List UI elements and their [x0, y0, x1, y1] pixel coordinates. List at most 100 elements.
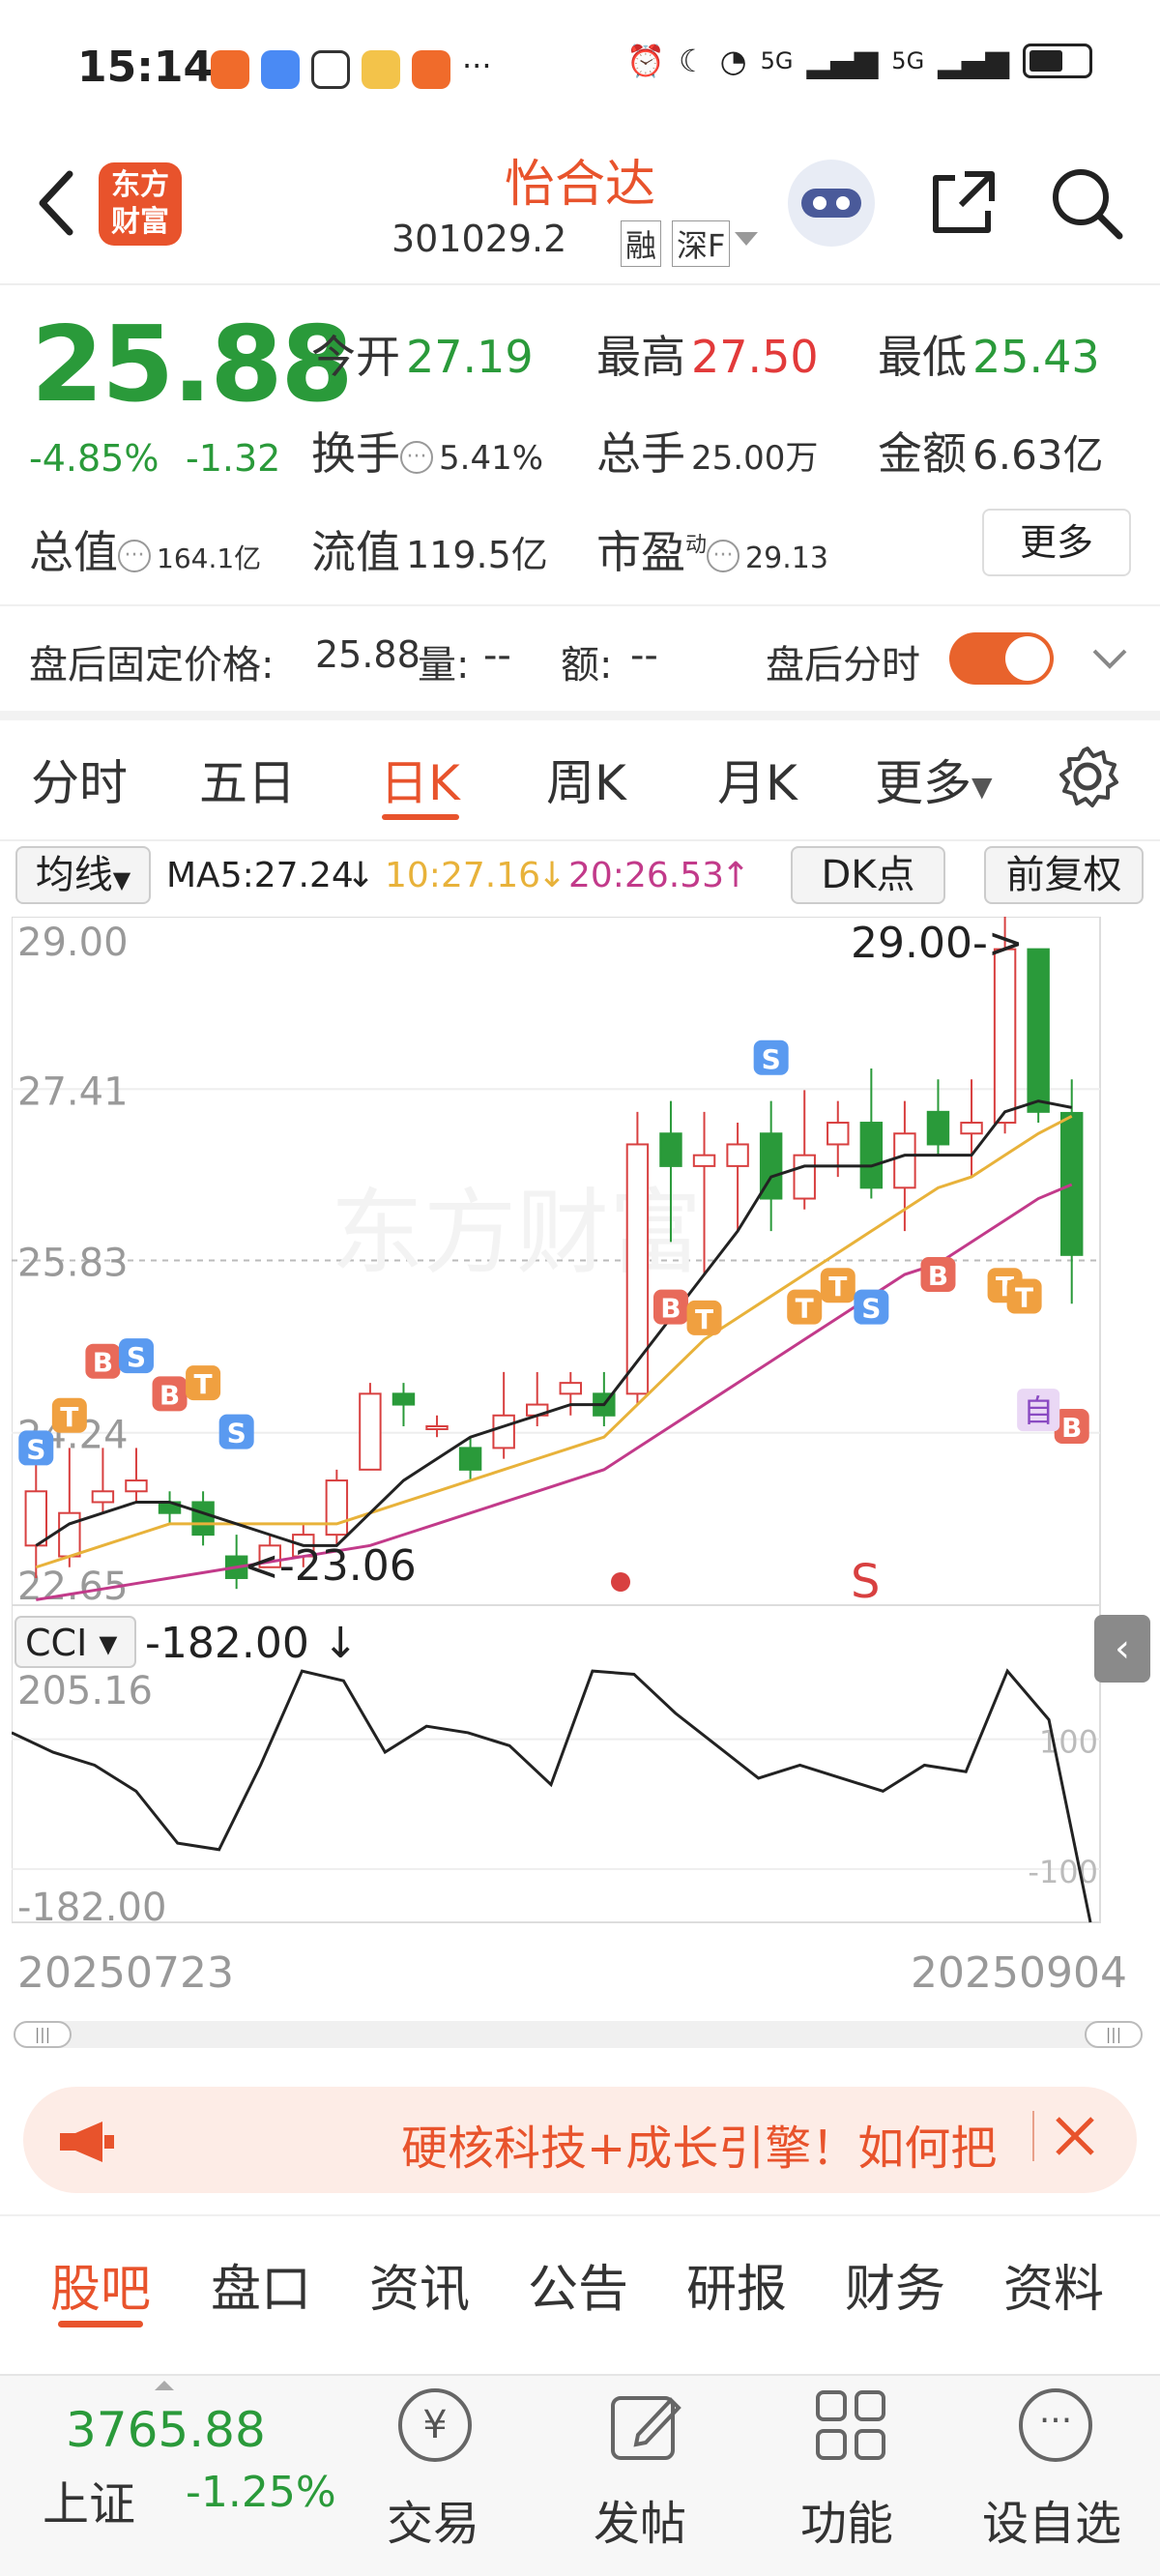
tab-news[interactable]: 资讯: [369, 2248, 470, 2321]
y-tick-label: 27.41: [17, 1069, 129, 1114]
candle-body: [392, 1392, 416, 1406]
open-value: 27.19: [406, 331, 534, 383]
range-scrollbar[interactable]: ||| |||: [14, 2021, 1143, 2048]
adjust-button[interactable]: 前复权: [984, 846, 1144, 904]
candle-body: [91, 1490, 115, 1504]
tab-underline: [382, 814, 459, 820]
close-icon[interactable]: [1052, 2113, 1098, 2163]
more-quote-button[interactable]: 更多: [982, 509, 1131, 576]
candle-body: [926, 1110, 950, 1146]
chevron-down-icon[interactable]: [735, 232, 758, 246]
assistant-avatar-icon[interactable]: [788, 160, 875, 247]
alarm-icon: ⏰: [626, 43, 665, 79]
tab-research[interactable]: 研报: [686, 2248, 787, 2321]
candle-body: [726, 1143, 749, 1167]
tab-five-day[interactable]: 五日: [199, 745, 296, 814]
ma5-value: MA5:27.24: [166, 856, 354, 895]
signal-badge-text: B: [93, 1347, 113, 1379]
low-value: 25.43: [972, 331, 1100, 383]
tab-finance[interactable]: 财务: [845, 2248, 945, 2321]
tab-profile[interactable]: 资料: [1003, 2248, 1104, 2321]
nav-add-watchlist[interactable]: 设自选: [982, 2485, 1121, 2553]
search-icon[interactable]: [1048, 164, 1125, 246]
tab-more[interactable]: 更多▼: [875, 745, 993, 814]
tab-weekly-k[interactable]: 周K: [546, 745, 626, 814]
candle-body: [960, 1122, 983, 1135]
signal-badge-text: T: [796, 1293, 814, 1325]
signal-badge-text: B: [1061, 1412, 1082, 1444]
date-start: 20250723: [17, 1948, 234, 1998]
stock-code: 301029.2: [392, 218, 567, 260]
after-hours-vol-label: 量:: [418, 643, 470, 688]
range-handle-right[interactable]: |||: [1085, 2021, 1143, 2048]
post-edit-icon[interactable]: [609, 2388, 682, 2466]
candle-body: [425, 1424, 449, 1430]
functions-grid-icon[interactable]: [814, 2388, 887, 2466]
share-icon[interactable]: [926, 166, 1000, 244]
change-percent: -4.85%: [29, 437, 160, 480]
signal-badge-text: S: [762, 1043, 781, 1075]
settings-gear-icon[interactable]: [1054, 743, 1121, 814]
tab-guba[interactable]: 股吧: [50, 2248, 151, 2321]
status-time: 15:14: [77, 43, 214, 92]
info-icon[interactable]: ···: [707, 539, 740, 572]
info-icon[interactable]: ···: [118, 539, 151, 572]
signal-badge-text: S: [26, 1433, 45, 1465]
tab-daily-k[interactable]: 日K: [380, 745, 460, 814]
after-hours-toggle[interactable]: [949, 632, 1054, 685]
section-gap: [0, 711, 1160, 720]
float-field: 流值 119.5亿: [311, 517, 548, 581]
high-field: 最高 27.50: [596, 322, 819, 386]
index-change: -1.25%: [186, 2468, 336, 2517]
high-value: 27.50: [691, 331, 819, 383]
message-icon: [261, 50, 300, 89]
cci-selector-label: CCI ▾: [25, 1622, 117, 1664]
cci-line: [12, 1668, 1092, 1923]
expand-chevron-icon[interactable]: [1090, 643, 1129, 676]
tab-monthly-k[interactable]: 月K: [717, 745, 798, 814]
candle-body: [359, 1392, 382, 1471]
battery-icon: [1023, 44, 1092, 78]
nav-post[interactable]: 发帖: [594, 2485, 686, 2553]
amount-value: 6.63亿: [972, 431, 1104, 479]
signal-label-1: 5G: [760, 47, 794, 74]
exchange-tag: 深F: [672, 220, 731, 267]
watchlist-icon[interactable]: ···: [1019, 2388, 1092, 2462]
tab-intraday[interactable]: 分时: [31, 745, 128, 814]
range-handle-left[interactable]: |||: [14, 2021, 72, 2048]
index-expand-icon[interactable]: [155, 2381, 174, 2390]
tab-orderbook[interactable]: 盘口: [211, 2248, 311, 2321]
ma-selector[interactable]: 均线▼: [15, 846, 151, 904]
promo-text: 硬核科技+成长引擎！如何把: [401, 2122, 998, 2176]
pe-value: 29.13: [745, 542, 828, 575]
nav-functions[interactable]: 功能: [800, 2485, 893, 2553]
megaphone-icon: [56, 2118, 118, 2170]
change-amount: -1.32: [186, 437, 281, 480]
paper-plane-icon: [412, 50, 450, 89]
signal-badge-text: S: [127, 1341, 146, 1373]
candle-body: [191, 1501, 215, 1537]
volume-field: 总手 25.00万: [596, 419, 818, 483]
float-label: 流值: [311, 526, 400, 578]
ma20-value: 20:26.53: [568, 856, 724, 895]
dk-point-button[interactable]: DK点: [791, 846, 945, 904]
volume-label: 总手: [596, 427, 685, 480]
signal-badge-text: T: [695, 1303, 713, 1335]
kline-chart[interactable]: 29.0027.4125.8324.2422.65东方财富STB SB TSB TST…: [12, 917, 1150, 1971]
signal-badge-text: B: [928, 1260, 948, 1292]
candle-body: [859, 1122, 884, 1189]
candle-body: [1027, 948, 1050, 1113]
info-icon[interactable]: ···: [400, 440, 433, 474]
cci-ref-label: 100: [1039, 1724, 1098, 1761]
trade-yen-icon[interactable]: ¥: [398, 2388, 472, 2462]
nav-trade[interactable]: 交易: [387, 2485, 479, 2553]
after-hours-amt-label: 额:: [561, 643, 613, 688]
status-bar: 15:14 ··· ⏰ ☾ ◔ 5G ▂▄▆ 5G ▂▄▆: [0, 0, 1160, 145]
tab-announcements[interactable]: 公告: [528, 2248, 628, 2321]
date-end: 20250904: [911, 1948, 1127, 1998]
signal-dot: [611, 1572, 630, 1592]
index-value[interactable]: 3765.88: [66, 2402, 266, 2458]
tab-underline: [58, 2321, 143, 2327]
candle-body: [58, 1511, 81, 1558]
candle-body: [492, 1414, 515, 1449]
